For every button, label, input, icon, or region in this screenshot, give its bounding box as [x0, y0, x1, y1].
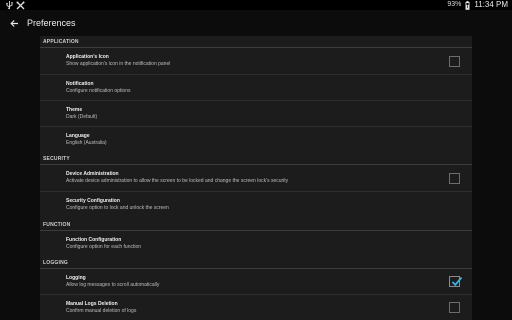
pref-title: Language: [66, 133, 90, 139]
manual-logs-deletion-checkbox[interactable]: [449, 302, 460, 313]
pref-title: Theme: [66, 107, 83, 113]
pref-device-administration[interactable]: Device Administration Activate device ad…: [40, 165, 472, 192]
pref-notification[interactable]: Notification Configure notification opti…: [40, 75, 472, 101]
pref-title: Logging: [66, 275, 86, 281]
clock: 11:34 PM: [474, 0, 508, 9]
pref-logging[interactable]: Logging Allow log messages to scroll aut…: [40, 269, 472, 295]
battery-icon: [465, 0, 470, 10]
page-title: Preferences: [27, 18, 76, 28]
tools-icon: [16, 1, 25, 10]
pref-theme[interactable]: Theme Dark (Default): [40, 101, 472, 127]
pref-function-configuration[interactable]: Function Configuration Configure option …: [40, 231, 472, 257]
pref-title: Security Configuration: [66, 198, 120, 204]
pref-title: Notification: [66, 81, 94, 87]
pref-manual-logs-deletion[interactable]: Manual Logs Deletion Confirm manual dele…: [40, 295, 472, 320]
pref-title: Function Configuration: [66, 237, 122, 243]
back-arrow-icon: [9, 19, 18, 27]
status-bar: 93% 11:34 PM: [0, 0, 512, 10]
pref-summary: Configure option to lock and unlock the …: [66, 205, 169, 211]
action-bar: Preferences: [0, 10, 512, 36]
section-header-security: SECURITY: [40, 153, 472, 165]
pref-language[interactable]: Language English (Australia): [40, 127, 472, 153]
pref-summary: Activate device administration to allow …: [66, 178, 289, 184]
pref-summary: Configure option for each function: [66, 244, 142, 250]
pref-summary: Configure notification options: [66, 88, 131, 94]
logging-checkbox[interactable]: [449, 276, 463, 287]
preferences-list: APPLICATION Application's Icon Show appl…: [40, 36, 472, 320]
pref-summary: English (Australia): [66, 140, 107, 146]
back-button[interactable]: [7, 16, 21, 30]
pref-title: Manual Logs Deletion: [66, 301, 118, 307]
section-header-logging: LOGGING: [40, 257, 472, 269]
pref-title: Device Administration: [66, 171, 119, 177]
pref-title: Application's Icon: [66, 54, 109, 60]
pref-security-configuration[interactable]: Security Configuration Configure option …: [40, 192, 472, 219]
section-header-application: APPLICATION: [40, 36, 472, 48]
pref-applications-icon[interactable]: Application's Icon Show application's ic…: [40, 48, 472, 75]
applications-icon-checkbox[interactable]: [449, 56, 460, 67]
pref-summary: Dark (Default): [66, 114, 98, 120]
checkmark-icon: [451, 276, 463, 287]
pref-summary: Confirm manual deletion of logs: [66, 308, 137, 314]
pref-summary: Show application's icon in the notificat…: [66, 61, 171, 67]
section-header-function: FUNCTION: [40, 219, 472, 231]
usb-icon: [6, 0, 13, 10]
battery-percent: 93%: [447, 1, 462, 8]
pref-summary: Allow log messages to scroll automatical…: [66, 282, 160, 288]
device-administration-checkbox[interactable]: [449, 173, 460, 184]
